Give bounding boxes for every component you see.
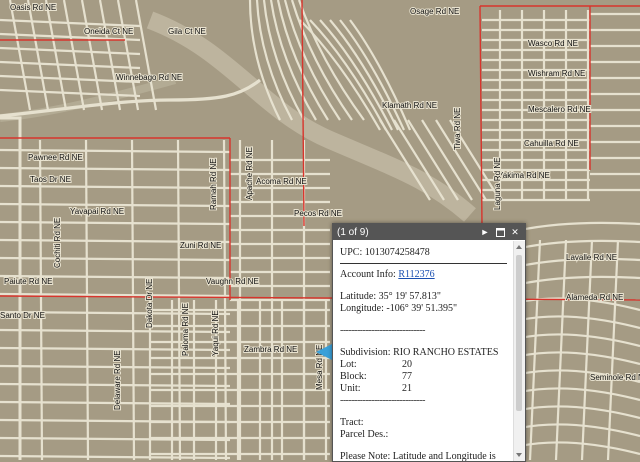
divider <box>340 263 507 264</box>
popup-body: UPC: 1013074258478 Account Info: R112376… <box>333 241 513 461</box>
street-label: Wasco Rd NE <box>528 39 578 48</box>
street-label: Osage Rd NE <box>410 7 459 16</box>
subdivision-value: RIO RANCHO ESTATES <box>393 347 499 358</box>
block-row: Block: 77 <box>340 371 507 383</box>
latitude-label: Latitude: <box>340 291 377 302</box>
block-label: Block: <box>340 371 367 382</box>
street-label: Oneida Ct NE <box>84 27 133 36</box>
dash-separator: ------------------------------ <box>340 395 425 406</box>
popup-header: (1 of 9) ► ✕ <box>333 224 525 240</box>
selected-parcel-marker <box>316 344 332 360</box>
longitude-value: -106° 39' 51.395" <box>386 303 458 314</box>
street-label: Zambra Rd NE <box>244 345 297 354</box>
maximize-icon[interactable] <box>494 226 506 238</box>
street-label: Zuni Rd NE <box>180 241 221 250</box>
longitude-row: Longitude: -106° 39' 51.395" <box>340 303 507 315</box>
lot-row: Lot: 20 <box>340 359 507 371</box>
street-label: Cahuilla Rd NE <box>524 139 579 148</box>
street-label: Oasis Rd NE <box>10 3 56 12</box>
street-label: Yavapai Rd NE <box>70 207 124 216</box>
upc-row: UPC: 1013074258478 <box>340 247 507 259</box>
street-label: Klamath Rd NE <box>382 101 437 110</box>
unit-value: 21 <box>402 383 412 394</box>
account-row: Account Info: R112376 <box>340 269 507 281</box>
latitude-value: 35° 19' 57.813" <box>378 291 441 302</box>
street-label: Winnebago Rd NE <box>116 73 182 82</box>
popup-count: (1 of 9) <box>337 226 369 238</box>
unit-label: Unit: <box>340 383 361 394</box>
scroll-thumb[interactable] <box>516 255 522 411</box>
street-label: Gila Ct NE <box>168 27 206 36</box>
street-label: Alameda Rd NE <box>566 293 623 302</box>
account-link[interactable]: R112376 <box>398 269 434 280</box>
street-label: Dakota Dr NE <box>145 279 154 328</box>
street-label: Taos Dr NE <box>30 175 71 184</box>
street-label: Seminole Rd NE <box>590 373 640 382</box>
unit-row: Unit: 21 <box>340 383 507 395</box>
lot-label: Lot: <box>340 359 357 370</box>
street-label: Tiwa Rd NE <box>453 108 462 150</box>
play-icon[interactable]: ► <box>479 226 491 238</box>
street-label: Vaughn Rd NE <box>206 277 259 286</box>
street-label: Ramah Rd NE <box>209 158 218 210</box>
parcel-des-label: Parcel Des.: <box>340 429 389 440</box>
subdivision-label: Subdivision: <box>340 347 391 358</box>
popup-scrollbar[interactable] <box>513 241 525 461</box>
parcel-popup: (1 of 9) ► ✕ UPC: 1013074258478 Account … <box>332 223 526 462</box>
longitude-label: Longitude: <box>340 303 384 314</box>
street-label: Paloma Rd NE <box>181 303 190 356</box>
subdivision-row: Subdivision: RIO RANCHO ESTATES <box>340 347 507 359</box>
upc-value: 1013074258478 <box>364 247 430 258</box>
street-label: Lavalle Rd NE <box>566 253 617 262</box>
street-label: Mescalero Rd NE <box>528 105 591 114</box>
street-label: Pecos Rd NE <box>294 209 342 218</box>
account-label: Account Info: <box>340 269 396 280</box>
close-icon[interactable]: ✕ <box>509 226 521 238</box>
street-label: Wishram Rd NE <box>528 69 585 78</box>
street-label: Yakima Rd NE <box>498 171 550 180</box>
street-label: Delaware Rd NE <box>113 350 122 410</box>
street-label: Apache Rd NE <box>245 147 254 200</box>
map-canvas[interactable]: Oasis Rd NE Osage Rd NE Oneida Ct NE Gil… <box>0 0 640 460</box>
street-label: Laguna Rd NE <box>493 158 502 210</box>
dash-separator: ------------------------------ <box>340 325 425 336</box>
scroll-down-icon[interactable] <box>516 453 522 457</box>
lot-value: 20 <box>402 359 412 370</box>
block-value: 77 <box>402 371 412 382</box>
street-label: Pawnee Rd NE <box>28 153 83 162</box>
street-label: Yaqui Rd NE <box>211 310 220 356</box>
latitude-row: Latitude: 35° 19' 57.813" <box>340 291 507 303</box>
tract-label: Tract: <box>340 417 364 428</box>
street-label: Acoma Rd NE <box>256 177 307 186</box>
street-label: Cochiti Rd NE <box>53 218 62 268</box>
scroll-up-icon[interactable] <box>516 245 522 249</box>
street-label: Paiute Rd NE <box>4 277 52 286</box>
upc-label: UPC: <box>340 247 363 258</box>
street-label: Santo Dr NE <box>0 311 45 320</box>
